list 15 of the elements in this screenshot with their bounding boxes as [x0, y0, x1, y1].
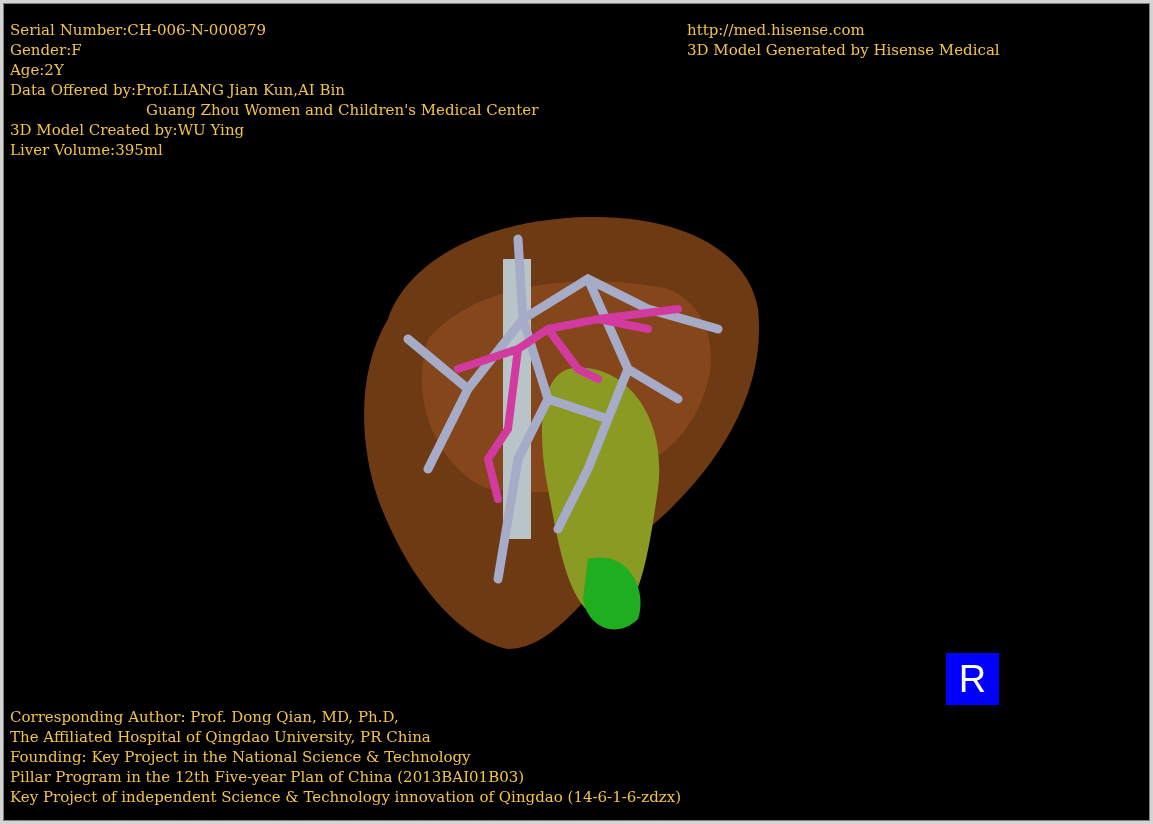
- info-text: Key Project of independent Science & Technology innovation of Qingdao (14-6-1-6-zdzx): [10, 787, 683, 807]
- info-text: Serial Number:CH-006-N-000879: [10, 20, 268, 40]
- info-text: 3D Model Created by:WU Ying: [10, 120, 246, 140]
- info-text: http://med.hisense.com: [687, 20, 866, 40]
- info-text: 3D Model Generated by Hisense Medical: [687, 40, 1001, 60]
- info-text: Gender:F: [10, 40, 83, 60]
- info-text: Data Offered by:Prof.LIANG Jian Kun,AI Bin: [10, 80, 346, 100]
- info-text: Guang Zhou Women and Children's Medical Center: [145, 100, 539, 120]
- info-text: The Affiliated Hospital of Qingdao University, PR China: [10, 727, 432, 747]
- info-text: Age:2Y: [10, 60, 65, 80]
- orientation-marker: R: [946, 653, 999, 705]
- info-text: Pillar Program in the 12th Five-year Plan of China (2013BAI01B03): [10, 767, 526, 787]
- info-text: Corresponding Author: Prof. Dong Qian, MD, Ph.D,: [10, 707, 400, 727]
- info-text: Founding: Key Project in the National Science & Technology: [10, 747, 472, 767]
- info-text: Liver Volume:395ml: [10, 140, 164, 160]
